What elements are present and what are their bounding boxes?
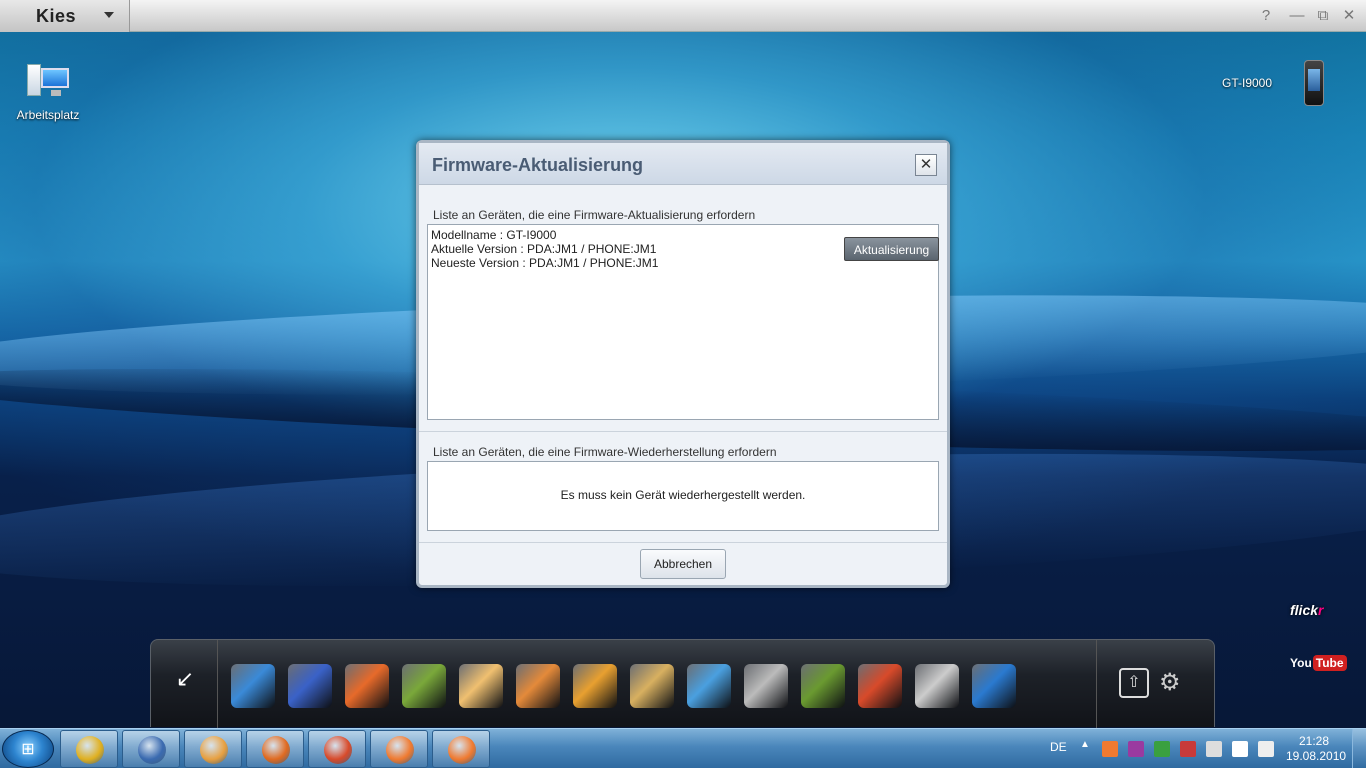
app-name: Kies xyxy=(36,5,77,26)
dock-app-disc-icon[interactable] xyxy=(915,664,959,708)
gear-icon[interactable]: ⚙ xyxy=(1159,668,1181,697)
youtube-text-tube: Tube xyxy=(1312,655,1347,671)
clock-time: 21:28 xyxy=(1298,734,1330,748)
collapse-icon[interactable]: ↙ xyxy=(171,666,199,694)
taskbar-kies-2-icon xyxy=(448,736,476,764)
taskbar-kies-2-button[interactable] xyxy=(432,730,490,768)
model-name-line: Modellname : GT-I9000 xyxy=(431,228,557,242)
current-version-line: Aktuelle Version : PDA:JM1 / PHONE:JM1 xyxy=(431,242,657,256)
taskbar-thunderbird-icon xyxy=(138,736,166,764)
close-button[interactable]: ✕ xyxy=(1338,6,1360,26)
dock-app-burn-icon[interactable] xyxy=(858,664,902,708)
language-indicator[interactable]: DE xyxy=(1050,740,1067,754)
clock-date: 19.08.2010 xyxy=(1286,749,1347,763)
device-info: Modellname : GT-I9000 Aktuelle Version :… xyxy=(431,228,658,270)
youtube-logo[interactable]: You Tube xyxy=(1290,655,1347,671)
computer-icon xyxy=(25,62,71,100)
help-button[interactable]: ? xyxy=(1255,6,1277,26)
dock-app-mail-icon[interactable] xyxy=(459,664,503,708)
flickr-logo[interactable]: flickr xyxy=(1290,602,1323,618)
restore-message: Es muss kein Gerät wiederhergestellt wer… xyxy=(560,488,806,502)
dialog-title: Firmware-Aktualisierung xyxy=(432,155,644,175)
restore-device-list: Es muss kein Gerät wiederhergestellt wer… xyxy=(427,461,939,531)
taskbar-thunderbird-button[interactable] xyxy=(122,730,180,768)
dialog-header: Firmware-Aktualisierung ✕ xyxy=(419,143,947,185)
taskbar-media-icon xyxy=(200,736,228,764)
tray-volume-icon[interactable] xyxy=(1258,741,1274,757)
taskbar-firefox-icon xyxy=(262,736,290,764)
start-button[interactable]: ⊞ xyxy=(2,730,54,768)
cancel-button[interactable]: Abbrechen xyxy=(640,549,726,579)
dock-app-video-icon[interactable] xyxy=(744,664,788,708)
dock-separator xyxy=(217,640,218,728)
dock-app-photos-icon[interactable] xyxy=(573,664,617,708)
dock-app-calendar-icon[interactable] xyxy=(402,664,446,708)
taskbar-tasks-button[interactable] xyxy=(308,730,366,768)
latest-version-line: Neueste Version : PDA:JM1 / PHONE:JM1 xyxy=(431,256,659,270)
flickr-text: flick xyxy=(1290,602,1319,618)
title-bar: Kies ? — ⧉ ✕ xyxy=(0,0,1366,32)
tray-device-icon[interactable] xyxy=(1206,741,1222,757)
taskbar-chrome-icon xyxy=(76,736,104,764)
minimize-button[interactable]: — xyxy=(1286,6,1308,26)
phone-device-icon[interactable] xyxy=(1304,60,1324,106)
chevron-down-icon xyxy=(104,12,114,18)
my-computer-label: Arbeitsplatz xyxy=(16,108,80,122)
update-button[interactable]: Aktualisierung xyxy=(844,237,939,261)
tray-onenote-icon[interactable] xyxy=(1128,741,1144,757)
maximize-button[interactable]: ⧉ xyxy=(1312,6,1334,26)
tray-check-icon[interactable] xyxy=(1154,741,1170,757)
dock-app-pyramid-icon[interactable] xyxy=(288,664,332,708)
tray-security-icon[interactable] xyxy=(1180,741,1196,757)
dock-separator xyxy=(1096,640,1097,728)
taskbar-media-button[interactable] xyxy=(184,730,242,768)
tray-signal-icon[interactable] xyxy=(1232,741,1248,757)
dock-app-phone-icon[interactable] xyxy=(345,664,389,708)
tray-kies-icon[interactable] xyxy=(1102,741,1118,757)
dock-app-notes-icon[interactable] xyxy=(516,664,560,708)
app-dock: ↙ ⇧ ⚙ xyxy=(150,639,1215,728)
dock-app-web-icon[interactable] xyxy=(972,664,1016,708)
taskbar-kies-1-icon xyxy=(386,736,414,764)
firmware-update-dialog: Firmware-Aktualisierung ✕ Liste an Gerät… xyxy=(416,140,950,588)
dock-app-sync-icon[interactable] xyxy=(801,664,845,708)
flickr-text-r: r xyxy=(1318,602,1324,618)
update-device-list: Modellname : GT-I9000 Aktuelle Version :… xyxy=(427,224,939,420)
tray-expand-icon[interactable]: ▲ xyxy=(1080,739,1090,750)
taskbar-tasks-icon xyxy=(324,736,352,764)
dock-app-music-icon[interactable] xyxy=(231,664,275,708)
clock[interactable]: 21:28 19.08.2010 xyxy=(1286,734,1347,764)
taskbar: ⊞ DE ▲ 21:28 19.08.2010 xyxy=(0,728,1366,768)
dock-app-photo-edit-icon[interactable] xyxy=(630,664,674,708)
app-menu-button[interactable]: Kies xyxy=(0,0,130,32)
dock-app-music-player-icon[interactable] xyxy=(687,664,731,708)
update-section-label: Liste an Geräten, die eine Firmware-Aktu… xyxy=(433,208,756,222)
section-divider xyxy=(419,431,947,432)
youtube-text: You xyxy=(1290,656,1312,670)
dialog-close-button[interactable]: ✕ xyxy=(915,154,937,176)
device-label: GT-I9000 xyxy=(1222,76,1273,90)
footer-divider xyxy=(419,542,947,543)
taskbar-firefox-button[interactable] xyxy=(246,730,304,768)
restore-section-label: Liste an Geräten, die eine Firmware-Wied… xyxy=(433,445,777,459)
phone-sync-icon[interactable]: ⇧ xyxy=(1119,668,1149,698)
taskbar-kies-1-button[interactable] xyxy=(370,730,428,768)
my-computer-shortcut[interactable]: Arbeitsplatz xyxy=(12,62,84,122)
taskbar-chrome-button[interactable] xyxy=(60,730,118,768)
show-desktop-button[interactable] xyxy=(1352,729,1366,768)
